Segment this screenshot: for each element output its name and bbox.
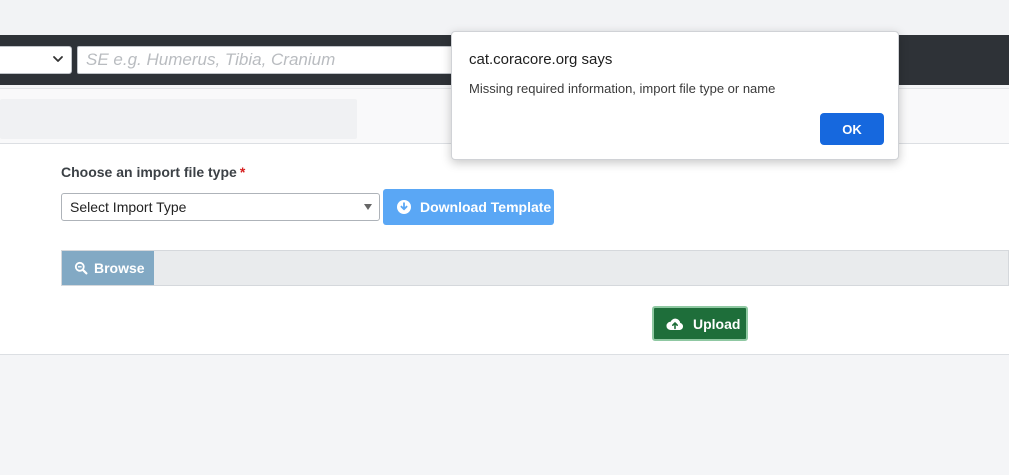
required-asterisk: * xyxy=(239,164,246,180)
dialog-message: Missing required information, import fil… xyxy=(469,81,776,96)
download-circle-icon xyxy=(397,200,411,214)
browser-top-strip xyxy=(0,0,1009,35)
sub-header-placeholder xyxy=(0,99,357,139)
cloud-upload-icon xyxy=(666,318,684,330)
nav-search-type-select[interactable] xyxy=(0,46,72,74)
alert-dialog: cat.coracore.org says Missing required i… xyxy=(451,31,899,160)
import-file-type-label: Choose an import file type * xyxy=(61,164,245,180)
browse-button[interactable]: Browse xyxy=(62,251,154,285)
file-input-bar[interactable]: Browse xyxy=(61,250,1009,286)
download-template-button[interactable]: Download Template xyxy=(383,189,554,225)
select-caret-icon xyxy=(364,204,372,210)
import-type-select[interactable]: Select Import Type xyxy=(61,193,380,221)
import-card: Choose an import file type * Select Impor… xyxy=(0,144,1009,355)
browse-label: Browse xyxy=(94,260,145,276)
import-type-select-value: Select Import Type xyxy=(70,199,187,215)
import-file-type-label-text: Choose an import file type xyxy=(61,164,237,180)
dialog-ok-button[interactable]: OK xyxy=(820,113,884,145)
nav-search-input[interactable]: SE e.g. Humerus, Tibia, Cranium xyxy=(77,46,457,74)
upload-button[interactable]: Upload xyxy=(652,306,748,341)
upload-label: Upload xyxy=(693,315,741,332)
magnifier-icon xyxy=(74,261,88,275)
dialog-title: cat.coracore.org says xyxy=(469,51,613,68)
download-template-label: Download Template xyxy=(420,199,552,215)
chevron-down-icon xyxy=(53,56,63,62)
